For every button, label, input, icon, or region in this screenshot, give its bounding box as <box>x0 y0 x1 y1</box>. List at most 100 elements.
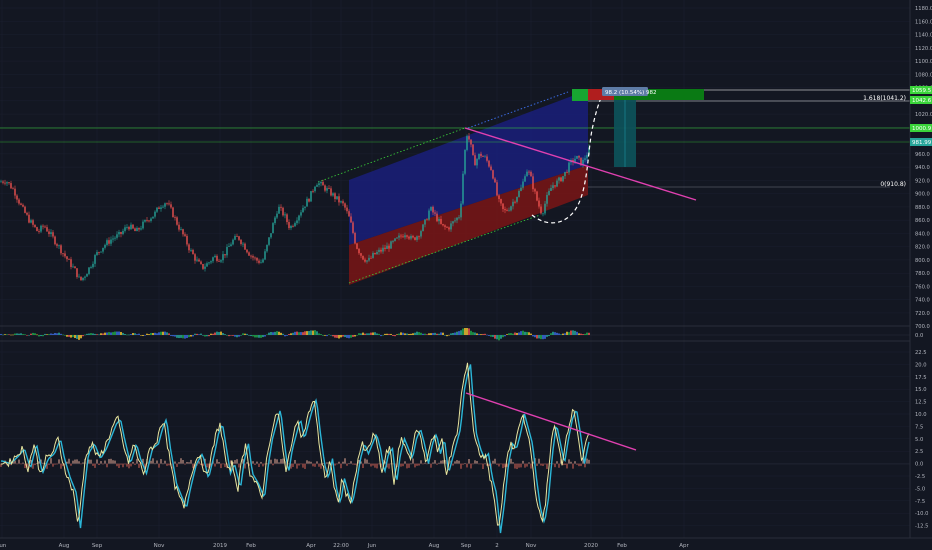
histogram-bar <box>124 333 126 335</box>
oscillator-bar <box>472 463 474 465</box>
histogram-bar <box>118 331 120 335</box>
histogram-bar <box>180 335 182 338</box>
histogram-bar <box>294 331 296 335</box>
histogram-bar <box>328 334 330 335</box>
oscillator-bar <box>126 463 128 467</box>
oscillator-bar <box>354 463 356 465</box>
oscillator-bar <box>438 462 440 464</box>
histogram-bar <box>36 334 38 336</box>
time-tick-label: Aug <box>59 543 70 549</box>
histogram-bar <box>562 333 564 335</box>
histogram-bar <box>158 332 160 335</box>
histogram-bar <box>578 333 580 335</box>
histogram-bar <box>388 333 390 335</box>
price-candle <box>466 134 468 152</box>
oscillator-bar <box>404 461 406 464</box>
price-tick-label: 1120.0 <box>915 46 932 52</box>
oscillator-bar <box>510 458 512 464</box>
histogram-bar <box>304 331 306 335</box>
histogram-bar <box>512 333 514 335</box>
oscillator-bar <box>540 463 542 466</box>
histogram-bar <box>96 334 98 335</box>
oscillator-bar <box>20 463 22 465</box>
oscillator-bar <box>348 463 350 465</box>
oscillator-bar <box>262 463 264 467</box>
oscillator-bar <box>266 463 268 465</box>
histogram-bar <box>506 334 508 335</box>
histogram-bar <box>344 335 346 338</box>
histogram-bar <box>240 335 242 336</box>
histogram-bar <box>210 333 212 335</box>
oscillator-bar <box>56 463 58 465</box>
histogram-bar <box>164 331 166 335</box>
oscillator-bar <box>496 463 498 465</box>
histogram-bar <box>470 330 472 335</box>
histogram-bar <box>20 333 22 335</box>
histogram-bar <box>384 333 386 335</box>
histogram-bar <box>78 335 80 340</box>
histogram-bar <box>198 334 200 335</box>
oscillator-tick-label: -2.5 <box>915 474 925 480</box>
histogram-bar <box>138 333 140 335</box>
price-tick-label: 940.0 <box>915 165 930 171</box>
oscillator-bar <box>22 462 24 464</box>
histogram-bar <box>308 330 310 335</box>
trading-chart[interactable]: 98.2 (10.54%) 982 1.618(1041.2) 0(910.8)… <box>0 0 932 550</box>
histogram-bar <box>352 335 354 337</box>
histogram-bar <box>128 334 130 336</box>
oscillator-bar <box>180 458 182 464</box>
oscillator-tick-label: -10.0 <box>915 511 928 517</box>
oscillator-bar <box>410 463 412 465</box>
histogram-bar <box>14 333 16 335</box>
oscillator-bar <box>32 463 34 469</box>
oscillator-bar <box>168 463 170 466</box>
histogram-bar <box>500 335 502 339</box>
histogram-bar <box>316 331 318 335</box>
histogram-bar <box>150 332 152 335</box>
histogram-bar <box>34 333 36 335</box>
oscillator-bar <box>214 463 216 467</box>
histogram-bar <box>280 332 282 335</box>
price-axis-panel[interactable] <box>910 0 932 538</box>
price-candle <box>422 223 424 232</box>
price-tag-1059: 1059.5 <box>910 86 932 94</box>
histogram-bar <box>330 335 332 336</box>
histogram-bar <box>42 335 44 337</box>
histogram-bar <box>28 335 30 336</box>
oscillator-bar <box>338 461 340 464</box>
oscillator-bar <box>244 463 246 469</box>
histogram-bar <box>364 333 366 335</box>
histogram-bar <box>404 333 406 335</box>
oscillator-bar <box>252 461 254 464</box>
oscillator-tick-label: 5.0 <box>915 437 923 443</box>
price-tick-label: 1180.0 <box>915 6 932 12</box>
oscillator-bar <box>16 463 18 465</box>
oscillator-bar <box>570 461 572 464</box>
histogram-bar <box>496 335 498 340</box>
price-candle <box>54 235 56 246</box>
oscillator-bar <box>316 461 318 464</box>
oscillator-bar <box>572 463 574 469</box>
oscillator-bar <box>272 463 274 466</box>
oscillator-bar <box>94 463 96 468</box>
histogram-bar <box>2 334 4 336</box>
histogram-bar <box>132 333 134 335</box>
histogram-bar <box>86 333 88 335</box>
price-candle <box>176 216 178 226</box>
histogram-bar <box>510 333 512 335</box>
histogram-bar <box>274 331 276 335</box>
position-entry-zone[interactable] <box>572 89 588 101</box>
oscillator-bar <box>164 460 166 464</box>
histogram-bar <box>458 331 460 335</box>
oscillator-bar <box>198 461 200 464</box>
oscillator-bar <box>514 463 516 469</box>
histogram-bar <box>94 333 96 335</box>
oscillator-bar <box>370 463 372 467</box>
oscillator-bar <box>82 462 84 464</box>
histogram-bar <box>70 335 72 338</box>
price-candle <box>356 242 358 250</box>
histogram-bar <box>190 335 192 337</box>
histogram-bar <box>350 335 352 338</box>
oscillator-bar <box>580 463 582 467</box>
histogram-bar <box>102 333 104 335</box>
